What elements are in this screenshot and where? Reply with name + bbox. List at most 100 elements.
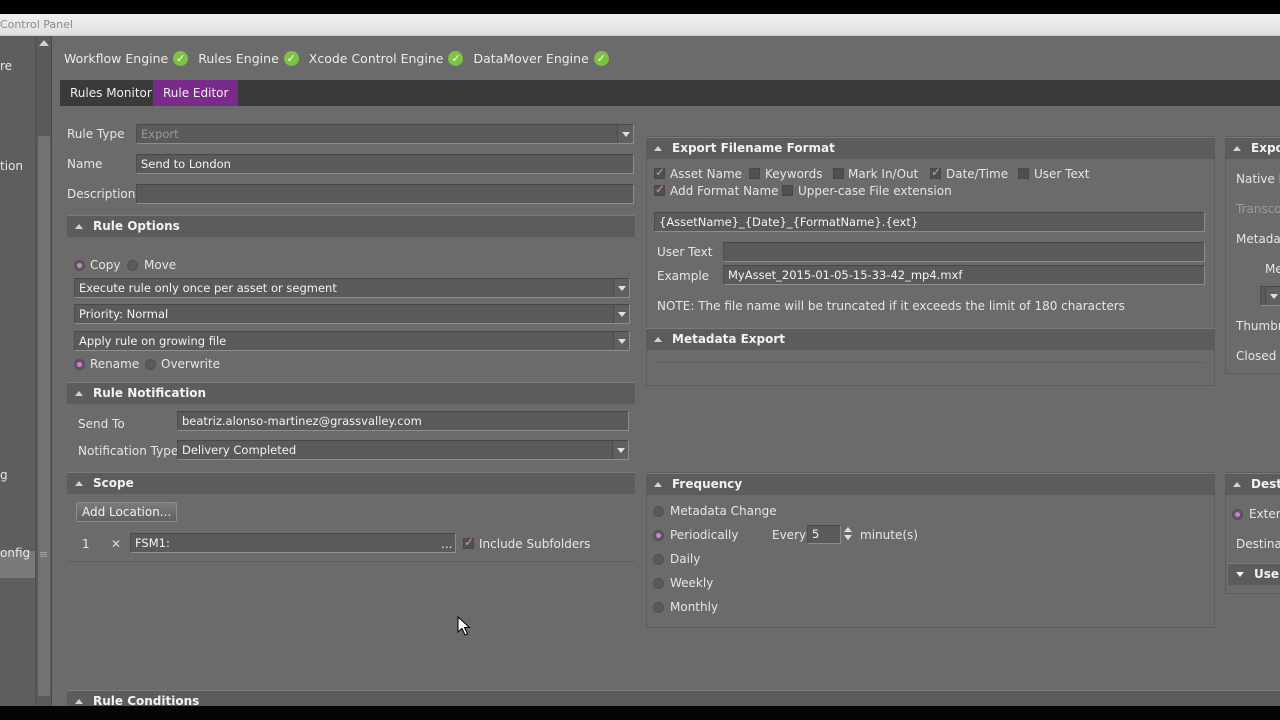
chevron-down-icon[interactable] [613,305,629,323]
add-format-name-checkbox[interactable] [654,182,665,196]
collapse-caret-icon[interactable] [654,337,662,342]
external-radio[interactable] [1232,509,1243,520]
control-panel-window: Control Panel re tion g onfig ≡ Workflow… [0,14,1280,706]
move-radio[interactable] [127,260,138,271]
priority-select[interactable]: Priority: Normal [74,304,630,324]
notification-type-select[interactable]: Delivery Completed [177,440,629,460]
overwrite-radio[interactable] [145,359,156,370]
destination-header[interactable]: Dest [1225,473,1280,495]
section-title: Scope [93,476,134,490]
growing-file-value: Apply rule on growing file [79,334,227,348]
destination-label: Destinat [1236,537,1280,551]
rule-conditions-header[interactable]: Rule Conditions [67,690,1280,706]
execute-once-select[interactable]: Execute rule only once per asset or segm… [74,278,630,298]
mark-in-out-label: Mark In/Out [848,167,919,181]
user-text-label: User Text [657,245,713,259]
send-to-input[interactable]: beatriz.alonso-martinez@grassvalley.com [177,411,629,431]
periodically-radio[interactable] [653,530,664,541]
remove-location-icon[interactable]: ✕ [111,537,121,551]
rule-type-select[interactable]: Export [136,124,634,144]
engine-label: Workflow Engine [64,50,169,66]
nav-item-clipped-1[interactable]: re [0,59,12,73]
chevron-down-icon[interactable] [617,125,633,143]
keywords-checkbox[interactable] [749,168,760,179]
growing-file-select[interactable]: Apply rule on growing file [74,331,630,351]
nav-item-clipped-3[interactable]: g [0,468,8,482]
mark-in-out-checkbox[interactable] [833,168,844,179]
copy-radio[interactable] [74,260,85,271]
engine-label: Xcode Control Engine [308,50,444,66]
user-text-checkbox[interactable] [1018,168,1029,179]
window-title: Control Panel [0,18,73,31]
native-format-label: Native F [1236,172,1280,186]
chevron-down-icon[interactable] [613,332,629,350]
collapse-caret-icon[interactable] [75,699,83,704]
section-title: Metadata Export [672,332,786,346]
export-filename-header[interactable]: Export Filename Format [646,137,1215,159]
mouse-cursor-icon [457,616,471,636]
monthly-label: Monthly [670,600,719,614]
expand-caret-icon[interactable] [1236,572,1244,577]
check-circle-icon: ✓ [173,50,189,66]
collapse-caret-icon[interactable] [1233,146,1241,151]
export-options-header[interactable]: Expo [1225,137,1280,159]
collapse-caret-icon[interactable] [654,146,662,151]
rule-options-header[interactable]: Rule Options [67,215,635,237]
browse-location-button[interactable]: ... [441,537,452,551]
send-to-label: Send To [78,417,125,431]
description-label: Description [67,187,136,201]
add-format-name-label: Add Format Name [670,184,779,198]
use-section-header[interactable]: Use [1228,563,1280,585]
weekly-radio[interactable] [653,578,664,589]
upper-case-extension-checkbox[interactable] [782,185,793,196]
scroll-thumb[interactable] [38,136,50,696]
engine-label: DataMover Engine [473,50,589,66]
chevron-down-icon[interactable] [1265,287,1280,305]
metadata-select[interactable] [1260,286,1280,306]
asset-name-checkbox[interactable] [654,165,665,179]
asset-name-label: Asset Name [670,167,743,181]
section-title: Expo [1251,141,1280,155]
execute-once-value: Execute rule only once per asset or segm… [79,281,337,295]
every-value-input[interactable]: 5 [807,525,841,544]
tab-rules-monitor[interactable]: Rules Monitor [60,80,162,106]
chevron-down-icon[interactable] [612,441,628,459]
collapse-caret-icon[interactable] [75,481,83,486]
daily-radio[interactable] [653,554,664,565]
date-time-checkbox[interactable] [930,165,941,179]
location-value: FSM1: [135,536,170,550]
scope-header[interactable]: Scope [67,472,635,494]
collapse-caret-icon[interactable] [1233,482,1241,487]
tab-rule-editor[interactable]: Rule Editor [153,80,239,111]
priority-value: Priority: Normal [79,307,169,321]
scroll-up-arrow-icon[interactable] [39,40,49,46]
tab-bar: Rules Monitor Rule Editor [60,80,1280,111]
filename-pattern-input[interactable]: {AssetName}_{Date}_{FormatName}.{ext} [654,212,1205,232]
location-input[interactable]: FSM1: [130,533,456,553]
collapse-caret-icon[interactable] [75,391,83,396]
monthly-radio[interactable] [653,602,664,613]
me-label: Me [1265,262,1280,276]
collapse-caret-icon[interactable] [654,482,662,487]
rule-notification-header[interactable]: Rule Notification [67,382,635,404]
chevron-down-icon[interactable] [613,279,629,297]
add-location-button[interactable]: Add Location... [76,502,178,522]
spinner-arrows-icon[interactable] [843,525,853,543]
user-text-input[interactable] [723,242,1205,262]
frequency-header[interactable]: Frequency [646,473,1215,495]
description-input[interactable] [136,184,634,204]
name-input[interactable]: Send to London [136,154,634,174]
keywords-label: Keywords [765,167,823,181]
metadata-export-header[interactable]: Metadata Export [646,328,1215,350]
window-title-bar: Control Panel [0,14,1280,36]
metadata-change-radio[interactable] [653,506,664,517]
rename-radio[interactable] [74,359,85,370]
nav-scrollbar[interactable]: ≡ [36,36,52,706]
collapse-caret-icon[interactable] [75,224,83,229]
rule-type-value: Export [141,127,179,141]
nav-item-clipped-4[interactable]: onfig [0,546,30,560]
include-subfolders-checkbox[interactable] [463,535,474,549]
nav-item-clipped-2[interactable]: tion [0,159,23,173]
engine-datamover: DataMover Engine ✓ [473,50,609,66]
notification-type-label: Notification Type [78,444,179,458]
